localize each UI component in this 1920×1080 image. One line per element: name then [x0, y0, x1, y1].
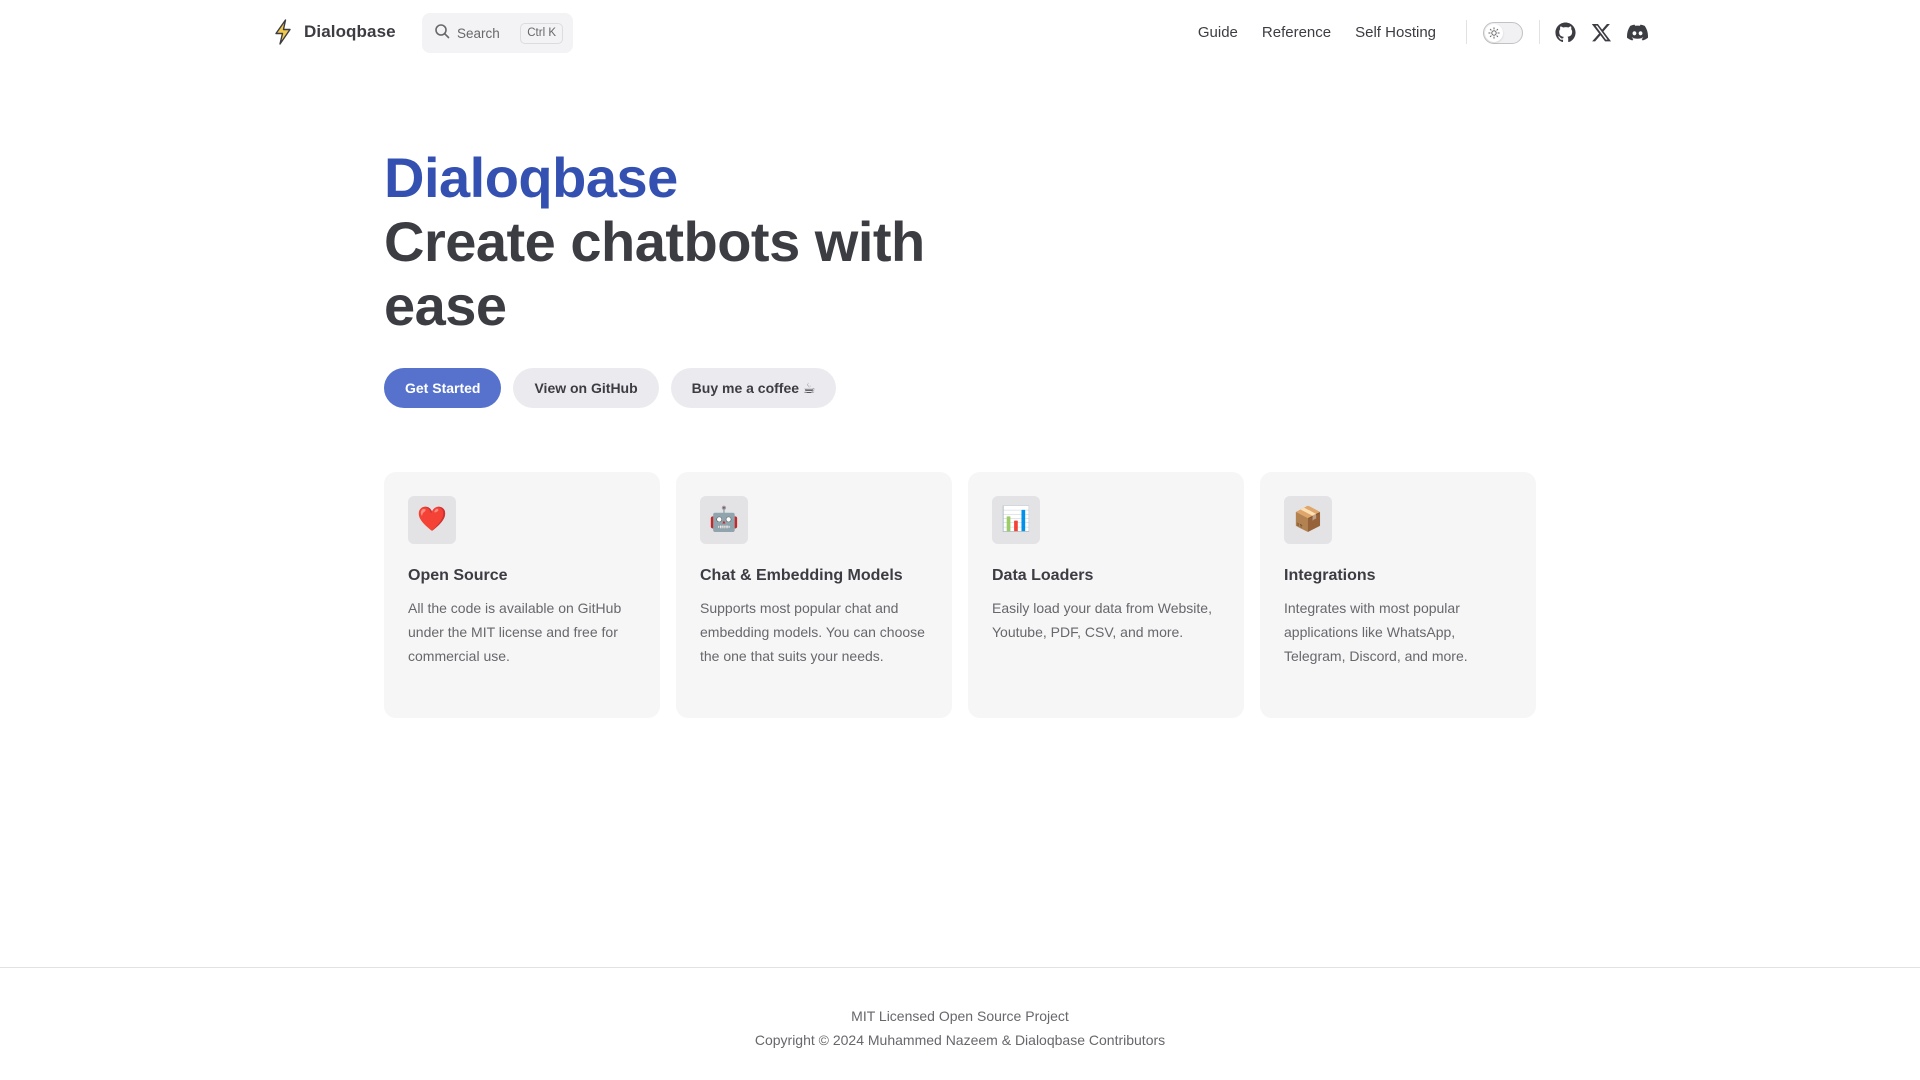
nav-links: Guide Reference Self Hosting	[1198, 20, 1436, 44]
footer: MIT Licensed Open Source Project Copyrig…	[0, 967, 1920, 1080]
package-icon: 📦	[1284, 496, 1332, 544]
nav-divider	[1539, 20, 1540, 44]
get-started-button[interactable]: Get Started	[384, 368, 502, 408]
heart-icon: ❤️	[408, 496, 456, 544]
top-nav: Dialoqbase Search Ctrl K Guide Reference…	[0, 0, 1920, 64]
feature-details: Easily load your data from Website, Yout…	[992, 600, 1212, 640]
feature-card-open-source: ❤️ Open Source All the code is available…	[384, 472, 660, 718]
features: ❤️ Open Source All the code is available…	[384, 472, 1536, 718]
nav-link-guide[interactable]: Guide	[1198, 24, 1238, 41]
feature-details: Supports most popular chat and embedding…	[700, 600, 925, 664]
feature-card-data-loaders: 📊 Data Loaders Easily load your data fro…	[968, 472, 1244, 718]
footer-copyright: Copyright © 2024 Muhammed Nazeem & Dialo…	[754, 1032, 1166, 1048]
x-icon[interactable]	[1588, 19, 1614, 45]
hero-tagline: Create chatbots with ease	[384, 210, 925, 337]
lightning-bolt-icon	[272, 19, 294, 45]
feature-title: Open Source	[408, 567, 508, 584]
nav-link-reference[interactable]: Reference	[1262, 24, 1331, 41]
feature-title: Chat & Embedding Models	[700, 567, 903, 584]
search-label: Search	[457, 25, 500, 41]
view-on-github-button[interactable]: View on GitHub	[513, 368, 659, 408]
feature-card-integrations: 📦 Integrations Integrates with most popu…	[1260, 472, 1536, 718]
hero: Dialoqbase Create chatbots with ease	[384, 146, 1104, 338]
appearance-toggle[interactable]	[1483, 22, 1523, 44]
bar-chart-icon: 📊	[992, 496, 1040, 544]
feature-title: Integrations	[1284, 567, 1376, 584]
brand-name: Dialoqbase	[304, 22, 396, 41]
feature-title: Data Loaders	[992, 567, 1094, 584]
discord-icon[interactable]	[1624, 19, 1650, 45]
sun-icon	[1485, 24, 1503, 42]
hero-actions: Get Started View on GitHub Buy me a coff…	[384, 368, 837, 408]
feature-details: Integrates with most popular application…	[1284, 600, 1468, 664]
footer-message: MIT Licensed Open Source Project	[851, 1008, 1069, 1024]
feature-card-models: 🤖 Chat & Embedding Models Supports most …	[676, 472, 952, 718]
github-icon[interactable]	[1552, 19, 1578, 45]
brand-link[interactable]: Dialoqbase	[272, 17, 396, 47]
nav-divider	[1466, 20, 1467, 44]
search-icon	[434, 23, 450, 44]
buy-me-a-coffee-button[interactable]: Buy me a coffee ☕	[670, 368, 837, 408]
robot-icon: 🤖	[700, 496, 748, 544]
search-shortcut: Ctrl K	[520, 22, 563, 44]
hero-name: Dialoqbase	[384, 146, 678, 209]
search-button[interactable]: Search Ctrl K	[422, 13, 573, 53]
feature-details: All the code is available on GitHub unde…	[408, 600, 622, 664]
nav-link-self-hosting[interactable]: Self Hosting	[1355, 24, 1436, 41]
